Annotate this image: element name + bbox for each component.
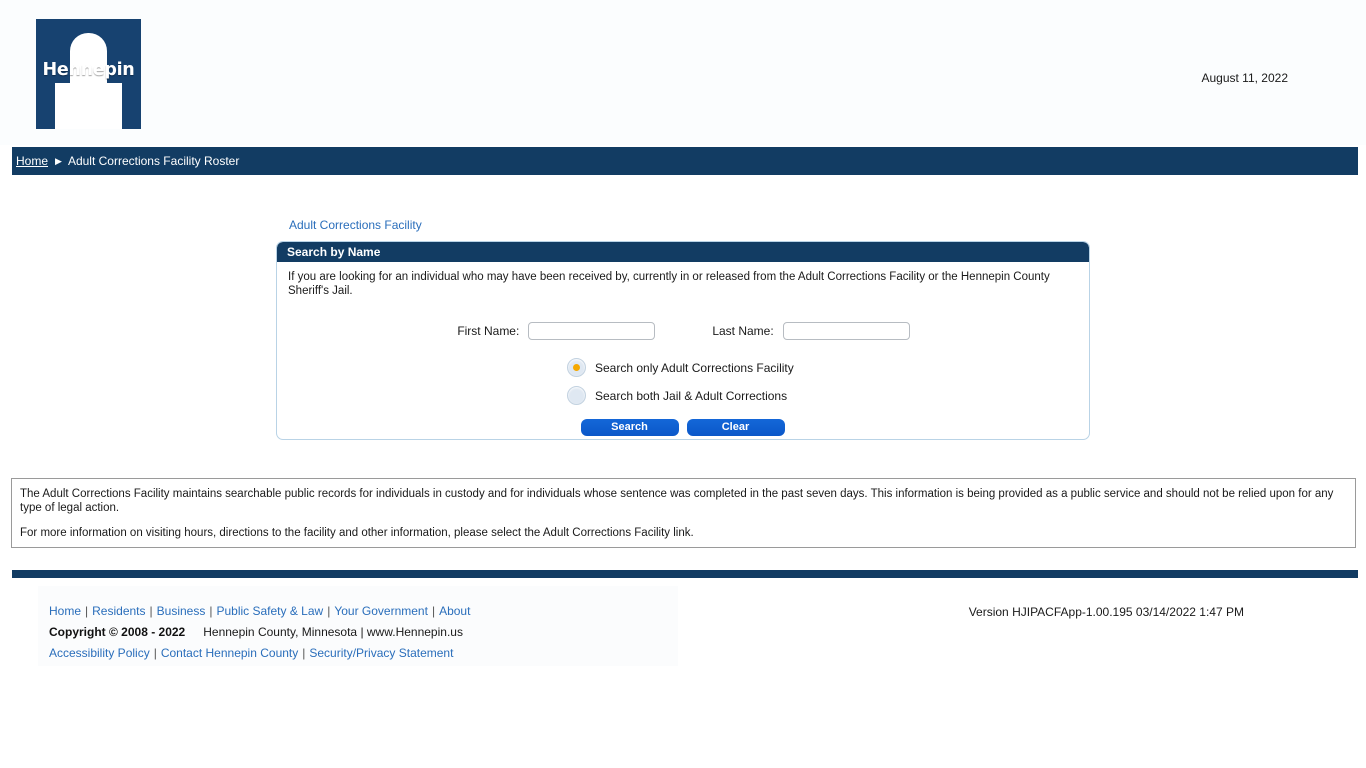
footer-divider-bar — [12, 570, 1358, 578]
footer-copyright-entity: Hennepin County, Minnesota | www.Hennepi… — [203, 625, 463, 639]
last-name-label: Last Name: — [712, 324, 774, 338]
radio-label-acf-only[interactable]: Search only Adult Corrections Facility — [595, 361, 794, 375]
footer-link-business[interactable]: Business — [157, 604, 206, 618]
logo-leg-right-shape — [107, 83, 122, 129]
logo-square: Hennepin — [36, 19, 141, 129]
footer-sep: | — [85, 604, 89, 618]
page-header: Hennepin August 11, 2022 — [0, 0, 1366, 145]
footer-sep: | — [153, 646, 157, 660]
footer-link-about[interactable]: About — [439, 604, 470, 618]
footer-link-residents[interactable]: Residents — [92, 604, 145, 618]
disclaimer-paragraph-2: For more information on visiting hours, … — [20, 527, 694, 539]
footer-copyright-years: Copyright © 2008 - 2022 — [49, 625, 186, 639]
hennepin-logo[interactable]: Hennepin — [36, 19, 141, 129]
name-fields-row: First Name: Last Name: — [288, 322, 1079, 340]
adult-corrections-facility-link[interactable]: Adult Corrections Facility — [289, 218, 422, 232]
radio-button-acf-only[interactable] — [567, 358, 586, 377]
search-by-name-panel: Search by Name If you are looking for an… — [276, 241, 1090, 440]
radio-option-acf-only[interactable]: Search only Adult Corrections Facility — [567, 358, 1079, 377]
first-name-input[interactable] — [528, 322, 656, 340]
footer-copyright: Copyright © 2008 - 2022 Hennepin County, … — [49, 625, 463, 639]
footer-link-accessibility-policy[interactable]: Accessibility Policy — [49, 646, 150, 660]
footer-sep: | — [431, 604, 436, 618]
version-text: Version HJIPACFApp-1.00.195 03/14/2022 1… — [968, 605, 1244, 619]
footer-policy-links: Accessibility Policy | Contact Hennepin Co… — [49, 646, 453, 660]
panel-body: If you are looking for an individual who… — [277, 262, 1089, 436]
page-footer: Home | Residents | Business | Public Safety & … — [0, 586, 1366, 668]
footer-sep: | — [302, 646, 306, 660]
last-name-input[interactable] — [782, 322, 910, 340]
header-date: August 11, 2022 — [1201, 71, 1288, 85]
clear-button[interactable]: Clear — [686, 419, 785, 436]
breadcrumb-current-page: Adult Corrections Facility Roster — [67, 154, 240, 168]
breadcrumb-link-home[interactable]: Home — [16, 154, 48, 168]
footer-link-home[interactable]: Home — [49, 604, 81, 618]
first-name-label: First Name: — [457, 324, 520, 338]
footer-nav-links: Home | Residents | Business | Public Safety & … — [49, 604, 470, 618]
disclaimer-paragraph-1: The Adult Corrections Facility maintains… — [20, 488, 1334, 514]
panel-title: Search by Name — [277, 242, 1089, 262]
footer-link-your-government[interactable]: Your Government — [334, 604, 428, 618]
radio-button-jail-and-acf[interactable] — [567, 386, 586, 405]
footer-link-contact-hennepin-county[interactable]: Contact Hennepin County — [161, 646, 298, 660]
radio-selected-dot — [573, 364, 580, 371]
footer-sep: | — [327, 604, 331, 618]
footer-sep: | — [149, 604, 153, 618]
radio-label-jail-and-acf[interactable]: Search both Jail & Adult Corrections — [595, 389, 787, 403]
footer-sep: | — [209, 604, 213, 618]
logo-wordmark: Hennepin — [42, 60, 135, 80]
disclaimer-box: The Adult Corrections Facility maintains… — [11, 478, 1356, 548]
panel-description: If you are looking for an individual who… — [288, 271, 1050, 297]
footer-link-security-privacy-statement[interactable]: Security/Privacy Statement — [309, 646, 453, 660]
breadcrumb-arrow-icon: ▶ — [55, 155, 62, 166]
search-button[interactable]: Search — [580, 419, 679, 436]
logo-leg-left-shape — [55, 83, 70, 129]
radio-option-jail-and-acf[interactable]: Search both Jail & Adult Corrections — [567, 386, 1079, 405]
panel-button-row: Search Clear — [286, 419, 1079, 436]
footer-link-public-safety-law[interactable]: Public Safety & Law — [216, 604, 323, 618]
breadcrumb: Home ▶ Adult Corrections Facility Roster — [12, 147, 1358, 175]
logo-pier-shape — [70, 33, 107, 129]
